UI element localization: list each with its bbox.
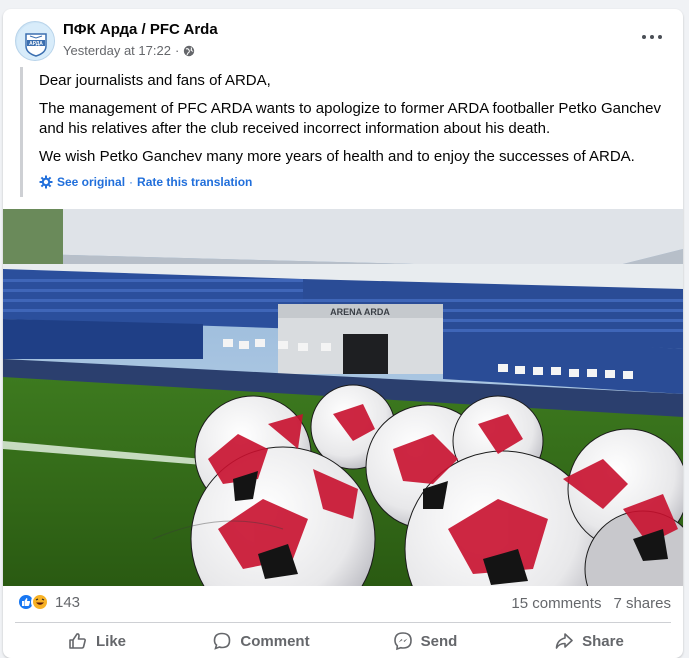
post-actions: Like Comment Send Share [15,624,671,658]
like-label: Like [95,632,126,650]
like-button[interactable]: Like [15,624,179,658]
svg-text:АРДА: АРДА [29,41,43,47]
send-label: Send [420,632,458,650]
page-avatar[interactable]: АРДА [15,21,55,61]
more-dots-icon [642,35,646,39]
translated-post-text: Dear journalists and fans of ARDA, The m… [20,67,670,197]
post-card: АРДА ПФК Арда / PFC Arda Yesterday at 17… [3,9,683,658]
post-stats: 15 comments 7 shares [511,595,671,612]
post-paragraph: We wish Petko Ganchev many more years of… [39,148,635,165]
comment-label: Comment [240,632,310,650]
link-separator: · [129,175,134,189]
page-name-link[interactable]: ПФК Арда / PFC Arda [63,21,218,38]
reactions-summary[interactable]: 143 [17,593,80,611]
rate-translation-link[interactable]: Rate this translation [137,175,252,189]
share-button[interactable]: Share [507,624,671,658]
comments-count-link[interactable]: 15 comments [511,595,601,612]
post-paragraph: Dear journalists and fans of ARDA, [39,72,271,89]
arda-logo-icon: АРДА [17,23,54,60]
gear-icon [39,175,53,189]
reaction-count: 143 [55,593,81,611]
post-paragraph: The management of PFC ARDA wants to apol… [39,100,661,137]
post-photo[interactable]: ARENA ARDA [3,209,683,586]
thumbs-up-icon [69,633,86,649]
actions-divider [15,622,671,623]
more-options-button[interactable] [639,27,667,47]
post-timestamp[interactable]: Yesterday at 17:22 [63,43,171,58]
messenger-icon [393,632,412,651]
more-dot [650,35,654,39]
translation-links: See original · Rate this translation [39,175,670,189]
more-dot [658,35,662,39]
post-meta: Yesterday at 17:22 · [63,43,195,58]
share-icon [555,633,573,649]
send-button[interactable]: Send [343,624,507,658]
comment-button[interactable]: Comment [179,624,343,658]
post-header: АРДА ПФК Арда / PFC Arda Yesterday at 17… [3,9,683,65]
shares-count-link[interactable]: 7 shares [613,595,671,612]
svg-text:ARENA ARDA: ARENA ARDA [330,307,390,317]
share-label: Share [582,632,624,650]
see-original-link[interactable]: See original [57,175,125,189]
stadium-footballs-image: ARENA ARDA [3,209,683,586]
haha-reaction-icon [31,593,49,611]
meta-separator: · [174,43,180,58]
comment-icon [214,632,231,650]
globe-icon [184,45,195,56]
